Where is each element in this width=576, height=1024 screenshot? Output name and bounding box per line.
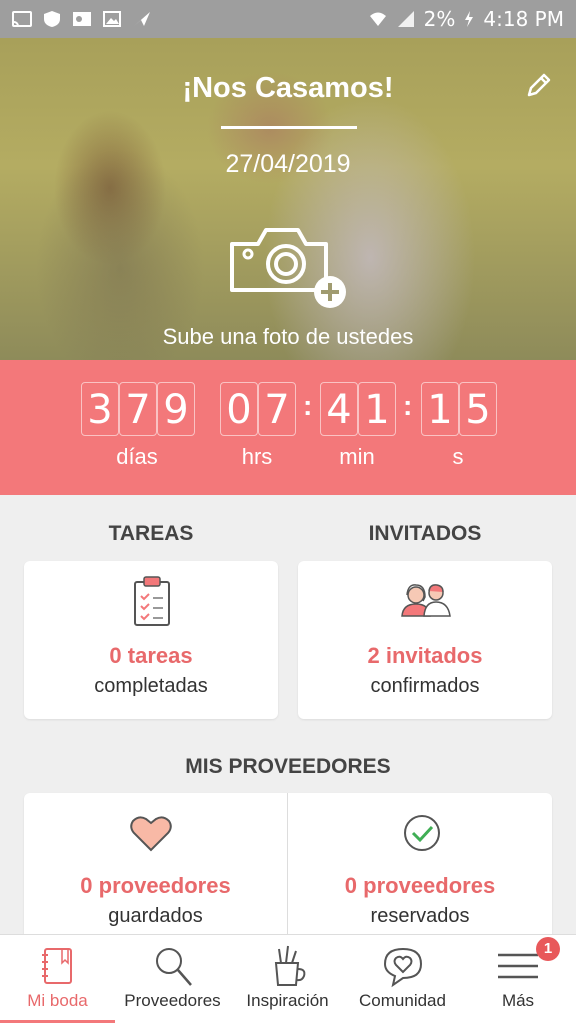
notification-badge: 1 xyxy=(536,937,560,961)
hero-title: ¡Nos Casamos! xyxy=(182,72,394,104)
countdown-panel: 3 7 9 0 7 : 4 1 : 1 5 días hrs min s xyxy=(0,360,576,495)
nav-label: Proveedores xyxy=(124,991,221,1010)
camera-add-icon[interactable] xyxy=(228,224,352,312)
saved-vendors-tile[interactable]: 0 proveedores guardados xyxy=(24,793,287,943)
nav-label: Comunidad xyxy=(359,991,446,1010)
outlook-icon xyxy=(73,12,91,26)
notebook-icon xyxy=(41,948,72,984)
pencil-cup-icon xyxy=(274,945,305,986)
battery-charging-icon xyxy=(465,11,474,27)
system-status: 2% 4:18 PM xyxy=(368,7,564,31)
minutes-label: min xyxy=(339,444,375,469)
days-digit: 9 xyxy=(157,382,195,436)
clock: 4:18 PM xyxy=(483,7,564,31)
search-icon xyxy=(155,948,192,986)
battery-percent: 2% xyxy=(423,7,456,31)
guests-heading: INVITADOS xyxy=(368,522,482,545)
wifi-icon xyxy=(369,12,386,26)
cast-icon xyxy=(12,11,32,27)
saved-vendors-count: 0 proveedores xyxy=(80,873,231,898)
time-separator: : xyxy=(303,390,313,421)
nav-community[interactable]: Comunidad xyxy=(345,935,460,1024)
nav-label: Inspiración xyxy=(246,991,329,1010)
nav-label: Más xyxy=(501,991,535,1010)
shield-icon xyxy=(44,11,60,27)
hero-photo-banner[interactable]: ¡Nos Casamos! 27/04/2019 Sube una foto d… xyxy=(0,38,576,360)
heart-icon xyxy=(130,816,172,852)
tasks-subtitle: completadas xyxy=(94,675,208,697)
tasks-heading: TAREAS xyxy=(108,522,194,545)
nav-label: Mi boda xyxy=(27,991,88,1010)
seconds-digit: 1 xyxy=(421,382,459,436)
bottom-navigation: Mi boda Proveedores Inspiración Comunida… xyxy=(0,934,576,1024)
nav-vendors[interactable]: Proveedores xyxy=(115,935,230,1024)
saved-vendors-subtitle: guardados xyxy=(108,905,203,927)
clipboard-checklist-icon xyxy=(134,576,170,626)
days-digit: 7 xyxy=(119,382,157,436)
guests-couple-icon xyxy=(401,584,451,617)
chat-heart-icon xyxy=(383,947,422,988)
menu-icon xyxy=(498,953,538,979)
tasks-card[interactable]: 0 tareas completadas xyxy=(24,561,278,719)
booked-vendors-subtitle: reservados xyxy=(370,905,470,927)
guests-count: 2 invitados xyxy=(367,643,483,668)
active-tab-indicator xyxy=(0,1020,115,1023)
hours-digit: 7 xyxy=(258,382,296,436)
wedding-date: 27/04/2019 xyxy=(225,150,351,178)
image-icon xyxy=(103,11,121,27)
booked-vendors-count: 0 proveedores xyxy=(344,873,496,898)
hours-label: hrs xyxy=(241,444,273,469)
minutes-digit: 4 xyxy=(320,382,358,436)
seconds-label: s xyxy=(452,444,464,469)
tasks-count: 0 tareas xyxy=(109,643,193,668)
minutes-digit: 1 xyxy=(358,382,396,436)
signal-icon xyxy=(397,11,414,27)
edit-pencil-icon[interactable] xyxy=(524,70,554,100)
upload-photo-text[interactable]: Sube una foto de ustedes xyxy=(0,324,576,350)
vendors-card: 0 proveedores guardados 0 proveedores re… xyxy=(24,793,552,943)
guests-subtitle: confirmados xyxy=(370,675,480,697)
notification-icons xyxy=(12,10,152,28)
status-bar: 2% 4:18 PM xyxy=(0,0,576,38)
time-separator: : xyxy=(403,390,413,421)
nav-inspiration[interactable]: Inspiración xyxy=(230,935,345,1024)
days-label: días xyxy=(116,444,158,469)
send-icon xyxy=(134,12,150,26)
check-circle-icon xyxy=(404,815,440,851)
days-digit: 3 xyxy=(81,382,119,436)
vendors-heading: MIS PROVEEDORES xyxy=(185,755,391,778)
guests-card[interactable]: 2 invitados confirmados xyxy=(298,561,552,719)
seconds-digit: 5 xyxy=(459,382,497,436)
booked-vendors-tile[interactable]: 0 proveedores reservados xyxy=(288,793,552,943)
hours-digit: 0 xyxy=(220,382,258,436)
nav-my-wedding[interactable]: Mi boda xyxy=(0,935,115,1024)
title-divider xyxy=(221,126,357,129)
